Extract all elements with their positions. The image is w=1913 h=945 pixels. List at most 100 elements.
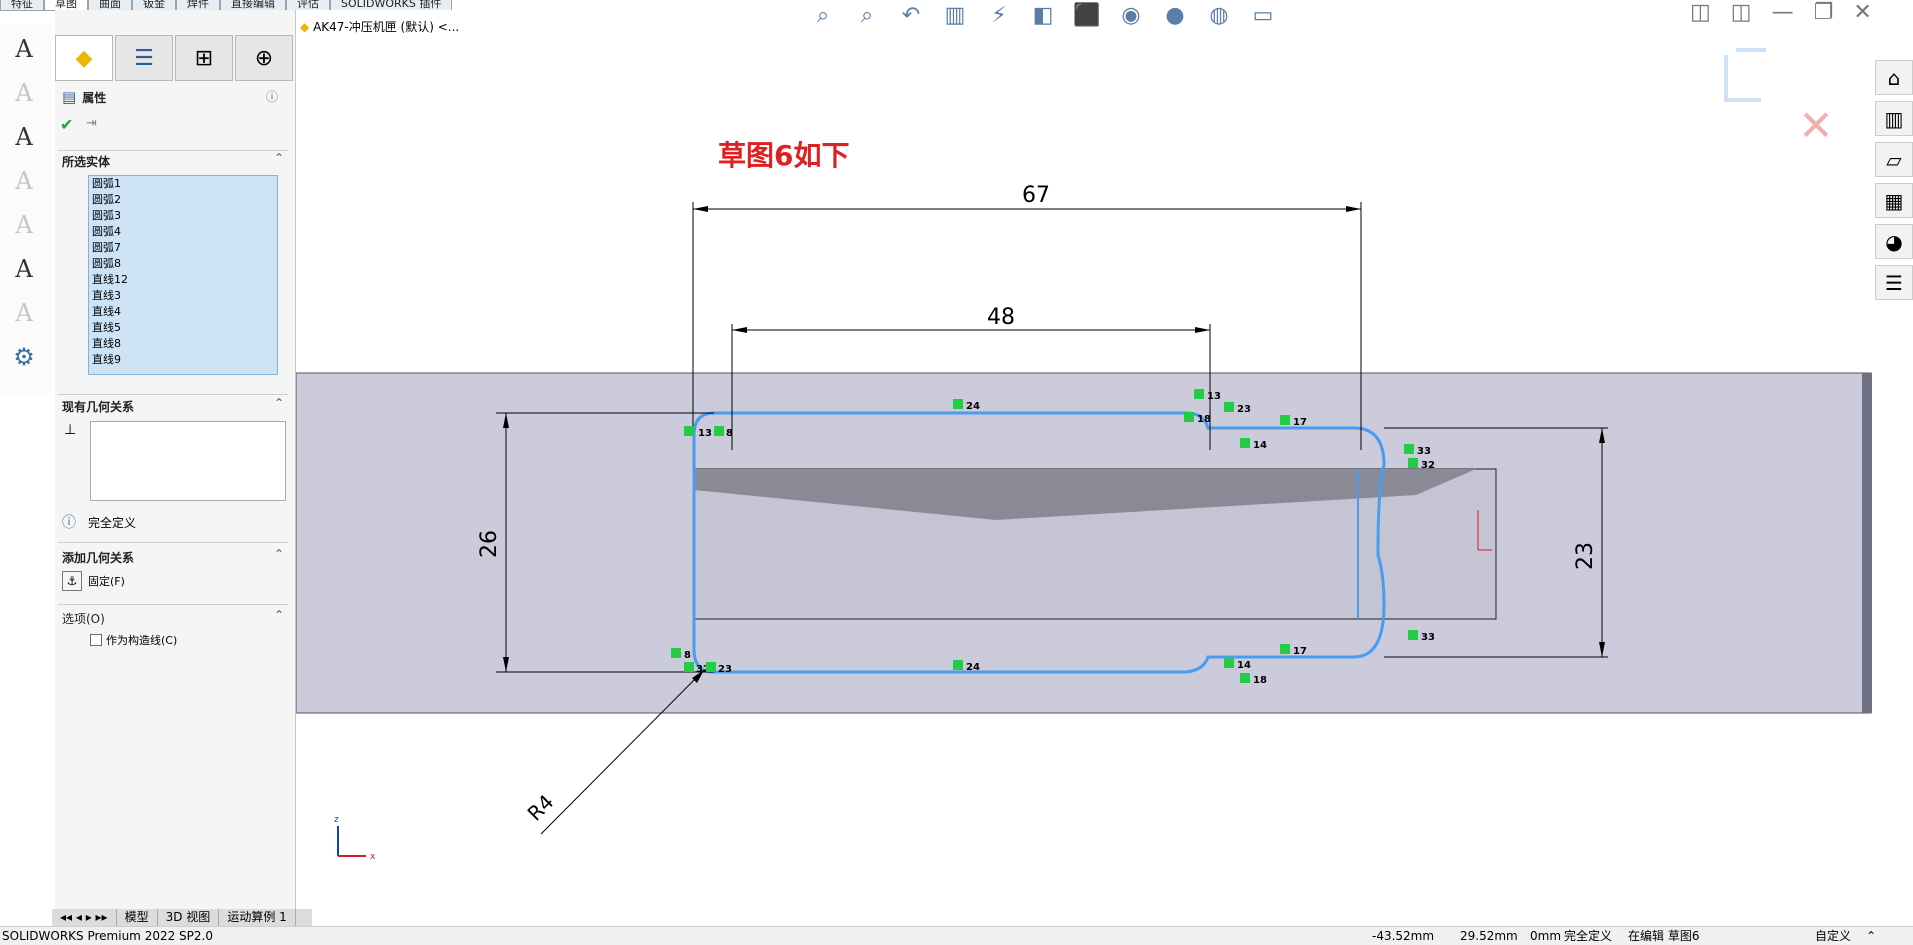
editing-state: 在编辑 草图6 (1628, 929, 1700, 943)
edit-appearance-icon[interactable]: ● (1157, 0, 1193, 30)
view-settings-icon[interactable]: ▭ (1245, 0, 1281, 30)
part-icon: ◆ (300, 20, 310, 34)
tab-dimxpert[interactable]: ⊕ (235, 35, 293, 81)
restore-icon[interactable]: ❐ (1814, 0, 1834, 25)
list-item[interactable]: 直线3 (89, 288, 277, 304)
collapse-chevron-icon[interactable]: ⌃ (274, 608, 284, 622)
tab-model[interactable]: 模型 (117, 909, 158, 926)
fix-anchor-icon: ⚓ (62, 571, 82, 591)
view-orientation-icon[interactable]: ◧ (1025, 0, 1061, 30)
list-item[interactable]: 直线12 (89, 272, 277, 288)
construction-checkbox[interactable] (90, 634, 102, 646)
list-item[interactable]: 直线5 (89, 320, 277, 336)
smart-dimension-button[interactable]: A (4, 30, 44, 68)
tab-3d-views[interactable]: 3D 视图 (158, 909, 220, 926)
minimize-icon[interactable]: — (1772, 0, 1794, 25)
cancel-x-icon[interactable]: ✕ (1798, 101, 1833, 150)
fix-relation-button[interactable]: ⚓ 固定(F) (62, 571, 125, 591)
home-icon[interactable]: ⌂ (1875, 60, 1913, 95)
text-a-icon: A (15, 255, 33, 283)
convert-entities-button[interactable]: A (4, 118, 44, 156)
tab-navigation-arrows[interactable]: ◂◂ ◂ ▸ ▸▸ (52, 909, 117, 926)
dimension-23[interactable]: 23 (1573, 542, 1598, 570)
text-a-icon: A (15, 123, 33, 151)
tab-feature-manager[interactable]: ◆ (55, 35, 113, 81)
units-selector[interactable]: 自定义 (1815, 927, 1851, 945)
list-item[interactable]: 圆弧2 (89, 192, 277, 208)
tab-features[interactable]: 特征 (0, 0, 44, 11)
zoom-to-area-icon[interactable]: ⌕ (849, 0, 885, 30)
display-style-icon[interactable]: ⬛ (1069, 0, 1105, 30)
svg-text:23: 23 (718, 664, 732, 675)
close-icon[interactable]: ✕ (1853, 0, 1871, 25)
section-view-icon[interactable]: ▥ (937, 0, 973, 30)
zoom-to-fit-icon[interactable]: ⌕ (805, 0, 841, 30)
arrowhead (693, 206, 708, 212)
relations-button[interactable]: ⚙ (4, 338, 44, 376)
help-icon[interactable]: ⓘ (266, 88, 278, 105)
svg-text:8: 8 (684, 650, 691, 661)
list-item[interactable]: 圆弧8 (89, 256, 277, 272)
breadcrumb-label: AK47-冲压机匣 (默认) <... (313, 20, 460, 34)
tile-left-icon[interactable]: ◫ (1690, 0, 1711, 25)
properties-icon: ▤ (62, 88, 77, 106)
list-item[interactable]: 圆弧3 (89, 208, 277, 224)
previous-view-icon[interactable]: ↶ (893, 0, 929, 30)
svg-text:23: 23 (1237, 404, 1251, 415)
list-item[interactable]: 直线8 (89, 336, 277, 352)
sketch-canvas[interactable]: 67 48 26 23 R4 草图6如下 13 8 24 13 23 18 14… (296, 10, 1913, 908)
list-item[interactable]: 圆弧1 (89, 176, 277, 192)
tab-configuration-manager[interactable]: ⊞ (175, 35, 233, 81)
pattern-button[interactable]: A (4, 294, 44, 332)
svg-text:8: 8 (726, 428, 733, 439)
tab-property-manager[interactable]: ☰ (115, 35, 173, 81)
svg-text:33: 33 (1417, 446, 1431, 457)
list-item[interactable]: 圆弧4 (89, 224, 277, 240)
sketch-tools-strip: A A A A A A A ⚙ (0, 24, 52, 394)
svg-text:32: 32 (1421, 460, 1435, 471)
list-item[interactable]: 直线9 (89, 352, 277, 368)
dimension-48[interactable]: 48 (987, 305, 1015, 330)
file-explorer-icon[interactable]: ▱ (1875, 142, 1913, 177)
apply-scene-icon[interactable]: ◍ (1201, 0, 1237, 30)
dimension-r4[interactable]: R4 (523, 790, 559, 826)
dimension-26[interactable]: 26 (477, 530, 502, 558)
definition-status: 完全定义 (88, 516, 137, 530)
view-palette-icon[interactable]: ▦ (1875, 183, 1913, 218)
tree-icon: ⊞ (194, 45, 214, 71)
ok-check-icon[interactable]: ✔ (60, 115, 73, 134)
dimension-67[interactable]: 67 (1022, 183, 1050, 208)
divider (58, 604, 288, 605)
divider (58, 150, 288, 151)
selected-entities-list[interactable]: 圆弧1 圆弧2 圆弧3 圆弧4 圆弧7 圆弧8 直线12 直线3 直线4 直线5… (88, 175, 278, 375)
confirm-corner-icon[interactable] (1724, 48, 1766, 102)
list-item[interactable]: 直线4 (89, 304, 277, 320)
breadcrumb[interactable]: ◆ AK47-冲压机匣 (默认) <... (300, 18, 459, 35)
tile-right-icon[interactable]: ◫ (1731, 0, 1752, 25)
collapse-chevron-icon[interactable]: ⌃ (274, 151, 284, 165)
design-library-icon[interactable]: ▥ (1875, 101, 1913, 136)
mirror-button[interactable]: A (4, 206, 44, 244)
svg-text:13: 13 (698, 428, 712, 439)
save-block-button[interactable]: A (4, 250, 44, 288)
graphics-area[interactable]: 67 48 26 23 R4 草图6如下 13 8 24 13 23 18 14… (296, 10, 1913, 908)
list-item[interactable]: 圆弧7 (89, 240, 277, 256)
custom-properties-icon[interactable]: ☰ (1875, 265, 1913, 300)
pin-icon[interactable]: ⇥ (86, 116, 97, 131)
construction-option[interactable]: 作为构造线(C) (90, 632, 177, 648)
tab-motion-study[interactable]: 运动算例 1 (219, 909, 296, 926)
appearances-icon[interactable]: ◕ (1875, 224, 1913, 259)
svg-text:33: 33 (1421, 632, 1435, 643)
existing-relations-title: 现有几何关系 (62, 400, 135, 414)
svg-text:13: 13 (1207, 391, 1221, 402)
x-axis-label: x (370, 852, 376, 862)
collapse-chevron-icon[interactable]: ⌃ (274, 547, 284, 561)
chevron-up-icon[interactable]: ⌃ (1866, 927, 1876, 945)
hide-show-items-icon[interactable]: ◉ (1113, 0, 1149, 30)
cursor-z: 0mm (1530, 929, 1562, 943)
dynamic-annotation-icon[interactable]: ⚡ (981, 0, 1017, 30)
collapse-chevron-icon[interactable]: ⌃ (274, 396, 284, 410)
text-tool-button[interactable]: A (4, 74, 44, 112)
offset-entities-button[interactable]: A (4, 162, 44, 200)
existing-relations-list[interactable] (90, 421, 286, 501)
